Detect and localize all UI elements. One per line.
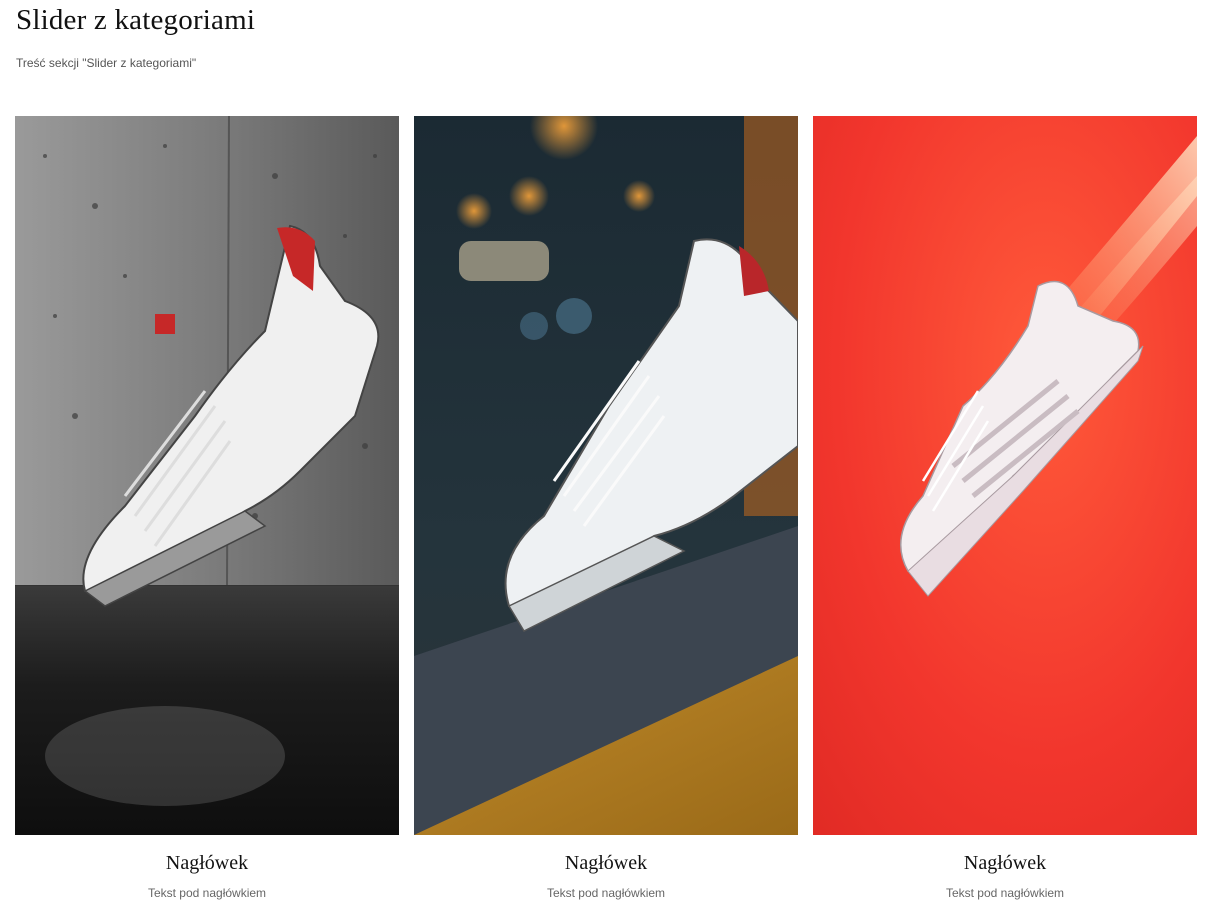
card-heading-3[interactable]: Nagłówek — [813, 852, 1197, 875]
category-image-3[interactable] — [813, 116, 1197, 835]
card-text-1: Tekst pod nagłówkiem — [147, 886, 267, 900]
category-card-1[interactable]: Nagłówek Tekst pod nagłówkiem — [15, 116, 399, 912]
category-slider-section: Slider z kategoriami Treść sekcji "Slide… — [0, 0, 1214, 912]
section-subtitle: Treść sekcji "Slider z kategoriami" — [16, 56, 197, 70]
sneaker-city-night-photo — [414, 116, 798, 835]
card-text-2: Tekst pod nagłówkiem — [546, 886, 666, 900]
card-text-3: Tekst pod nagłówkiem — [945, 886, 1065, 900]
section-title: Slider z kategoriami — [16, 4, 256, 36]
card-heading-2[interactable]: Nagłówek — [414, 852, 798, 875]
card-heading-1[interactable]: Nagłówek — [15, 852, 399, 875]
category-image-1[interactable] — [15, 116, 399, 835]
category-card-3[interactable]: Nagłówek Tekst pod nagłówkiem — [813, 116, 1197, 912]
category-card-2[interactable]: Nagłówek Tekst pod nagłówkiem — [414, 116, 798, 912]
sneaker-red-background-photo — [813, 116, 1197, 835]
category-image-2[interactable] — [414, 116, 798, 835]
sneaker-concrete-photo — [15, 116, 399, 835]
